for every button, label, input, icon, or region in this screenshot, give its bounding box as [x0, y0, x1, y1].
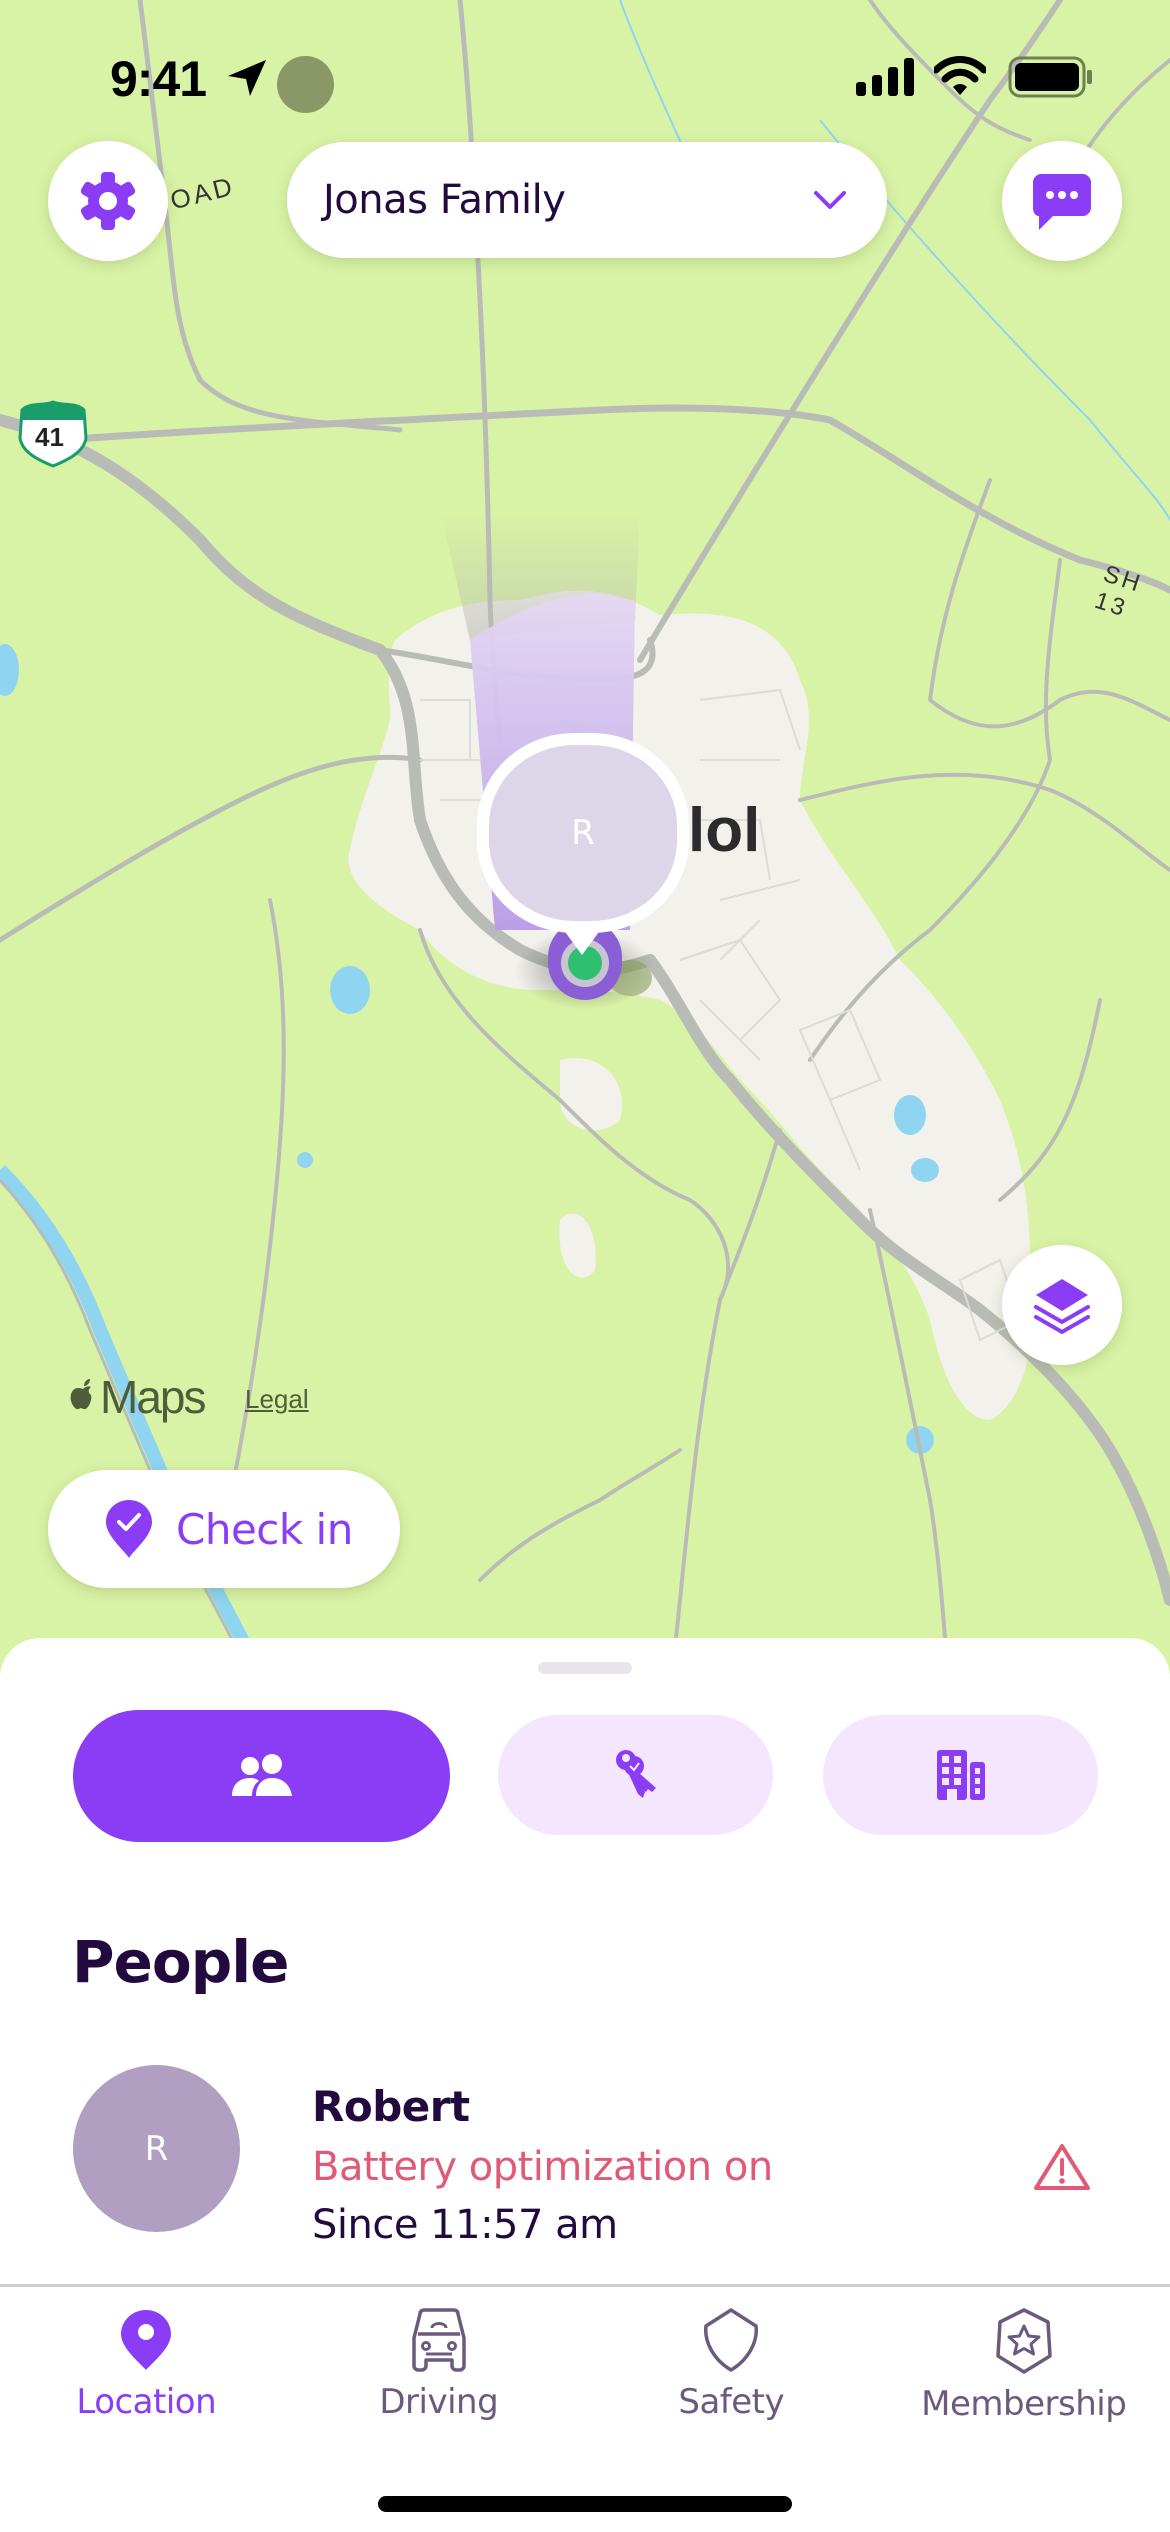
star-badge-icon — [996, 2308, 1052, 2374]
person-status: Battery optimization on — [312, 2144, 773, 2190]
tab-label: Membership — [921, 2384, 1127, 2424]
warning-icon[interactable] — [1033, 2142, 1091, 2192]
group-selector[interactable]: Jonas Family — [287, 142, 887, 258]
tab-bar: Location Driving Safety Membership — [0, 2288, 1170, 2438]
member-initial: R — [571, 813, 595, 853]
person-status-time: Since 11:57 am — [312, 2202, 618, 2248]
location-pin-icon — [121, 2310, 172, 2370]
person-name: Robert — [312, 2082, 470, 2131]
apple-logo-icon — [70, 1379, 92, 1410]
legal-link[interactable]: Legal — [245, 1384, 309, 1415]
group-name: Jonas Family — [323, 177, 566, 223]
tab-safety[interactable]: Safety — [585, 2288, 878, 2438]
member-avatar-bubble[interactable]: R — [477, 733, 689, 933]
location-arrow-icon — [228, 60, 266, 96]
check-in-button[interactable]: Check in — [48, 1470, 400, 1588]
keys-icon — [615, 1750, 656, 1798]
apple-maps-attribution: Maps — [66, 1370, 206, 1424]
wifi-icon — [934, 56, 986, 95]
bottom-sheet: People R Robert Battery optimization on … — [0, 1638, 1170, 2532]
home-indicator[interactable] — [378, 2496, 792, 2512]
bubble-pointer — [560, 925, 604, 955]
tab-label: Location — [76, 2382, 217, 2422]
chevron-down-icon — [814, 191, 846, 209]
shield-icon — [704, 2308, 759, 2372]
segment-people[interactable] — [73, 1710, 450, 1842]
avatar: R — [73, 2065, 240, 2232]
tab-membership[interactable]: Membership — [878, 2288, 1170, 2438]
tab-bar-divider — [0, 2284, 1170, 2287]
segment-places[interactable] — [823, 1715, 1098, 1835]
town-label: lol — [688, 796, 761, 865]
people-icon — [231, 1754, 292, 1796]
avatar-initial: R — [144, 2128, 169, 2169]
check-in-label: Check in — [176, 1504, 353, 1554]
pin-check-icon — [106, 1500, 152, 1558]
recording-indicator — [277, 56, 334, 113]
cellular-signal-icon — [856, 58, 914, 96]
chat-bubble-icon — [1033, 174, 1091, 230]
tab-location[interactable]: Location — [0, 2288, 293, 2438]
settings-button[interactable] — [48, 141, 168, 261]
tab-label: Safety — [678, 2382, 785, 2422]
tab-label: Driving — [379, 2382, 499, 2422]
sheet-drag-handle[interactable] — [538, 1662, 632, 1674]
segment-items[interactable] — [498, 1715, 773, 1835]
status-time: 9:41 — [110, 51, 207, 107]
tab-driving[interactable]: Driving — [293, 2288, 586, 2438]
person-list-item[interactable]: R Robert Battery optimization on Since 1… — [0, 2062, 1170, 2248]
battery-icon — [1008, 56, 1092, 98]
section-title-people: People — [72, 1928, 289, 1996]
car-icon — [412, 2308, 466, 2372]
maps-wordmark: Maps — [100, 1371, 206, 1423]
layers-icon — [1034, 1279, 1090, 1335]
map-layers-button[interactable] — [1002, 1245, 1122, 1365]
town-area — [348, 590, 1034, 1420]
highway-shield-number: 41 — [35, 422, 64, 452]
building-icon — [936, 1750, 985, 1800]
messages-button[interactable] — [1002, 141, 1122, 261]
gear-icon — [80, 172, 136, 230]
